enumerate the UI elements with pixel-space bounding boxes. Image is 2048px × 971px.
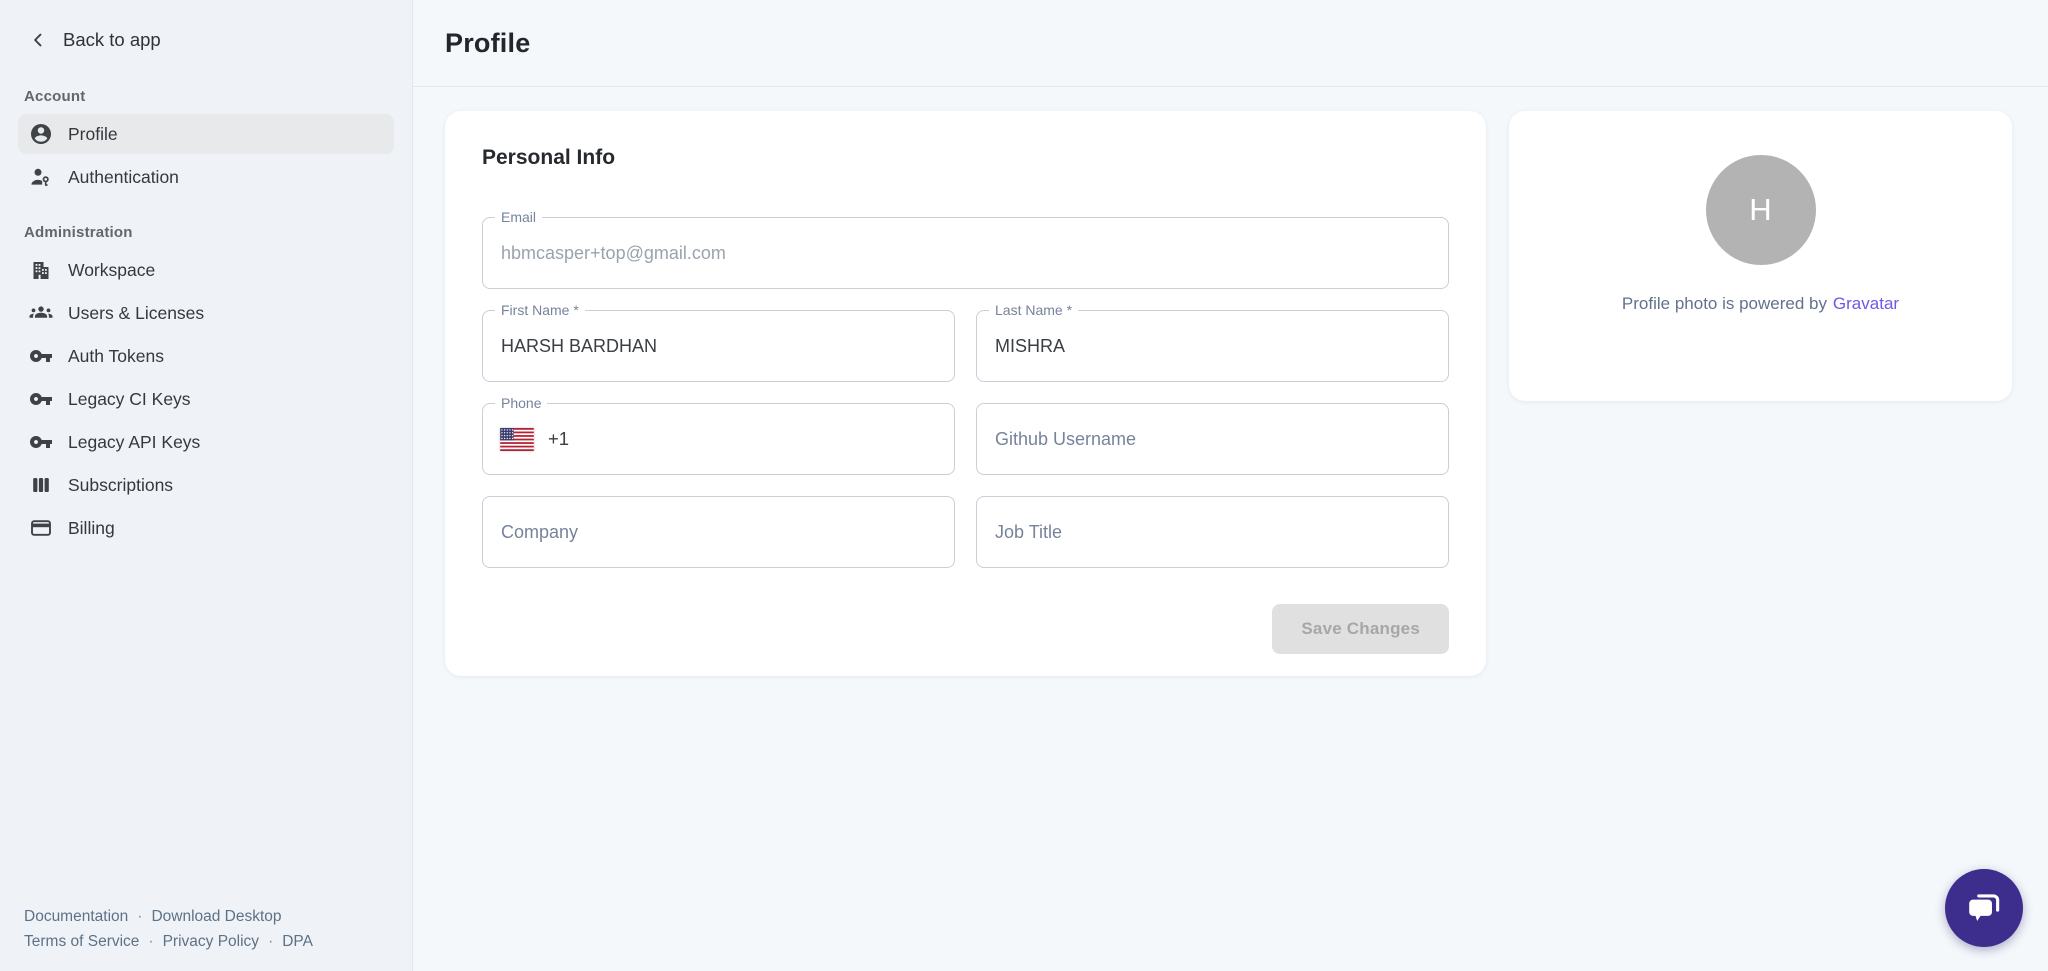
form-actions: Save Changes	[482, 604, 1449, 654]
last-name-label: Last Name *	[989, 302, 1078, 318]
separator-dot: ·	[148, 933, 153, 950]
back-to-app-button[interactable]: Back to app	[0, 0, 412, 51]
gravatar-card: H Profile photo is powered by Gravatar	[1509, 111, 2012, 401]
page-header: Profile	[413, 0, 2048, 87]
footer-link-download-desktop[interactable]: Download Desktop	[151, 908, 281, 925]
separator-dot: ·	[137, 908, 142, 925]
github-username-field	[976, 403, 1449, 475]
sidebar-item-subscriptions[interactable]: Subscriptions	[18, 465, 394, 505]
key-icon	[29, 387, 53, 411]
company-job-row	[482, 496, 1449, 568]
company-input[interactable]	[483, 497, 954, 567]
first-name-input[interactable]	[483, 311, 954, 381]
email-label: Email	[495, 209, 542, 225]
sidebar-item-label: Users & Licenses	[68, 303, 204, 324]
main-area: Profile Personal Info Email First Name *…	[413, 0, 2048, 971]
avatar-initial: H	[1749, 192, 1771, 228]
account-circle-icon	[29, 122, 53, 146]
sidebar-item-label: Subscriptions	[68, 475, 173, 496]
last-name-field: Last Name *	[976, 310, 1449, 382]
bars-icon	[29, 473, 53, 497]
person-key-icon	[29, 165, 53, 189]
phone-label: Phone	[495, 395, 547, 411]
key-icon	[29, 344, 53, 368]
sidebar-item-users-licenses[interactable]: Users & Licenses	[18, 293, 394, 333]
sidebar-item-label: Legacy API Keys	[68, 432, 200, 453]
sidebar-item-legacy-api-keys[interactable]: Legacy API Keys	[18, 422, 394, 462]
phone-field: Phone	[482, 403, 955, 475]
sidebar-item-label: Auth Tokens	[68, 346, 164, 367]
sidebar-item-label: Workspace	[68, 260, 155, 281]
chat-launcher-button[interactable]	[1945, 869, 2023, 947]
groups-icon	[29, 301, 53, 325]
phone-github-row: Phone	[482, 403, 1449, 475]
key-icon	[29, 430, 53, 454]
account-nav: Profile Authentication	[0, 114, 412, 197]
sidebar: Back to app Account Profile	[0, 0, 413, 971]
credit-card-icon	[29, 516, 53, 540]
sidebar-footer: Documentation · Download Desktop Terms of …	[24, 904, 313, 954]
chat-bubble-icon	[1963, 887, 2005, 929]
last-name-input[interactable]	[977, 311, 1448, 381]
job-title-field	[976, 496, 1449, 568]
app-root: Back to app Account Profile	[0, 0, 2048, 971]
email-input	[483, 218, 1448, 288]
chevron-left-icon	[28, 30, 48, 50]
sidebar-item-authentication[interactable]: Authentication	[18, 157, 394, 197]
job-title-input[interactable]	[977, 497, 1448, 567]
footer-link-dpa[interactable]: DPA	[282, 933, 313, 950]
gravatar-caption-text: Profile photo is powered by	[1622, 294, 1827, 313]
separator-dot: ·	[268, 933, 273, 950]
personal-info-card: Personal Info Email First Name * Last Na…	[445, 111, 1486, 676]
avatar: H	[1706, 155, 1816, 265]
administration-nav: Workspace Users & Licenses	[0, 250, 412, 548]
first-name-label: First Name *	[495, 302, 585, 318]
sidebar-item-label: Billing	[68, 518, 115, 539]
sidebar-item-label: Profile	[68, 124, 118, 145]
sidebar-item-legacy-ci-keys[interactable]: Legacy CI Keys	[18, 379, 394, 419]
github-username-input[interactable]	[977, 404, 1448, 474]
back-to-app-label: Back to app	[63, 29, 161, 51]
email-field: Email	[482, 217, 1449, 289]
footer-link-documentation[interactable]: Documentation	[24, 908, 128, 925]
page-title: Profile	[445, 28, 530, 59]
sidebar-item-auth-tokens[interactable]: Auth Tokens	[18, 336, 394, 376]
company-field	[482, 496, 955, 568]
sidebar-item-workspace[interactable]: Workspace	[18, 250, 394, 290]
building-icon	[29, 258, 53, 282]
footer-link-terms-of-service[interactable]: Terms of Service	[24, 933, 139, 950]
sidebar-item-label: Legacy CI Keys	[68, 389, 191, 410]
sidebar-item-label: Authentication	[68, 167, 179, 188]
gravatar-caption: Profile photo is powered by Gravatar	[1622, 294, 1899, 314]
name-row: First Name * Last Name *	[482, 310, 1449, 382]
gravatar-link[interactable]: Gravatar	[1833, 294, 1899, 313]
sidebar-item-billing[interactable]: Billing	[18, 508, 394, 548]
section-title-administration: Administration	[0, 224, 412, 241]
content-area: Personal Info Email First Name * Last Na…	[413, 87, 2048, 676]
phone-dial-code: +1	[548, 428, 569, 450]
footer-link-privacy-policy[interactable]: Privacy Policy	[163, 933, 259, 950]
save-changes-button[interactable]: Save Changes	[1272, 604, 1449, 654]
us-flag-icon[interactable]	[500, 428, 534, 451]
section-title-account: Account	[0, 88, 412, 105]
personal-info-title: Personal Info	[482, 146, 1449, 170]
phone-input[interactable]	[583, 404, 937, 474]
first-name-field: First Name *	[482, 310, 955, 382]
sidebar-item-profile[interactable]: Profile	[18, 114, 394, 154]
